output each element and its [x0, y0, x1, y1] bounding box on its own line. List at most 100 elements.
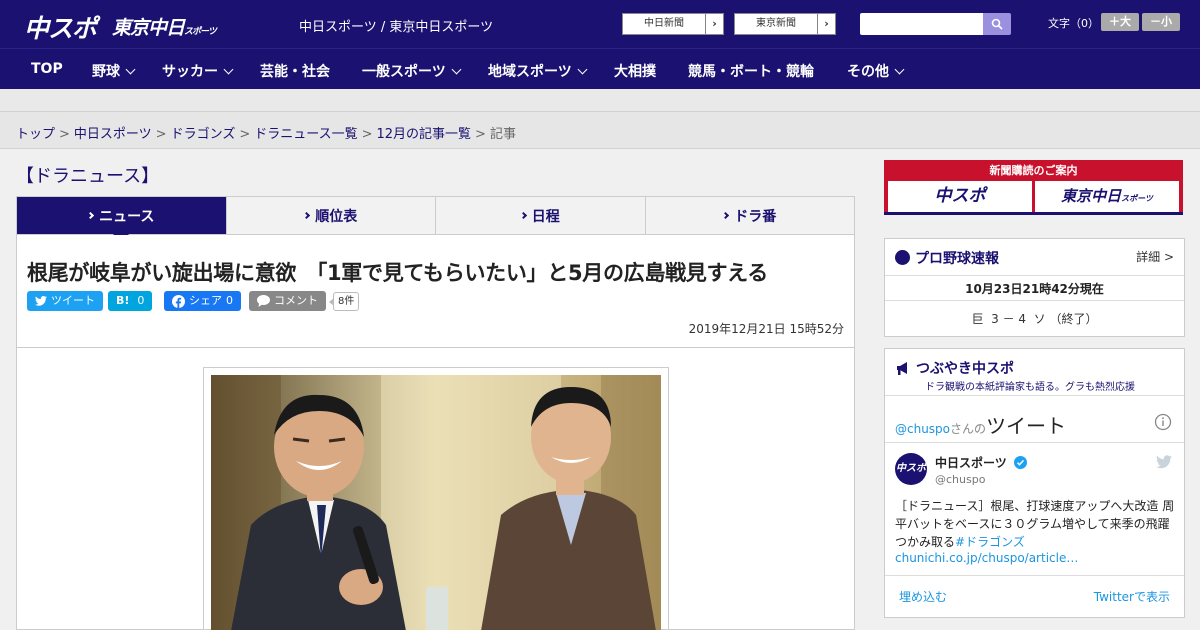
- comment-count[interactable]: 8件: [328, 292, 360, 311]
- baseball-timestamp: 10月23日21時42分現在: [965, 282, 1104, 296]
- twitter-widget-title-text: つぶやき中スポ: [916, 361, 1014, 377]
- nav-item-baseball[interactable]: 野球: [92, 61, 136, 81]
- chevron-down-icon: [451, 64, 462, 75]
- breadcrumb-link-chuspo[interactable]: 中日スポーツ: [74, 127, 152, 142]
- nav-item-label: TOP: [31, 61, 63, 77]
- baseball-icon: [895, 250, 910, 265]
- tweet-user-handle[interactable]: @chuspo: [935, 473, 985, 486]
- promo-tokyo-logo[interactable]: 東京中日スポーツ: [1035, 181, 1179, 212]
- nav-item-label: サッカー: [162, 64, 218, 80]
- font-smaller-button[interactable]: －小: [1142, 13, 1180, 31]
- divider: [17, 347, 854, 348]
- top-header: 中スポ 東京中日スポーツ 中日スポーツ / 東京中日スポーツ 中日新聞 › 東京…: [0, 0, 1200, 48]
- nav-item-other[interactable]: その他: [847, 61, 905, 81]
- nav-item-entertainment[interactable]: 芸能・社会: [260, 61, 330, 81]
- tweet-button[interactable]: ツイート: [27, 291, 103, 311]
- chevron-right-icon: ›: [705, 14, 723, 34]
- baseball-score-widget: プロ野球速報 詳細 > 10月23日21時42分現在 巨 3 － 4 ソ （終了…: [884, 238, 1185, 337]
- nav-item-label: 地域スポーツ: [488, 64, 572, 80]
- tokyo-chunichi-logo-sub: スポーツ: [184, 27, 217, 37]
- tab-label: 日程: [531, 208, 560, 225]
- facebook-icon: [172, 294, 185, 308]
- nav-item-racing[interactable]: 競馬・ボート・競輪: [688, 61, 814, 81]
- tweets-handle[interactable]: @chuspo: [895, 422, 950, 436]
- promo-tokyo-logo-sub: スポーツ: [1121, 194, 1153, 203]
- section-title: 【ドラニュース】: [16, 166, 160, 187]
- tab-standings[interactable]: 順位表: [225, 197, 435, 234]
- tab-schedule[interactable]: 日程: [435, 197, 645, 234]
- tweet-hashtag[interactable]: #ドラゴンズ: [955, 535, 1025, 549]
- chunichi-shimbun-button[interactable]: 中日新聞 ›: [622, 13, 724, 35]
- breadcrumb: トップ > 中日スポーツ > ドラゴンズ > ドラニュース一覧 >12月の記事一覧 > 記事: [16, 123, 516, 142]
- nav-item-top[interactable]: TOP: [31, 61, 63, 77]
- tweet-button-label: ツイート: [51, 294, 95, 307]
- breadcrumb-current: 記事: [489, 127, 516, 142]
- facebook-share-count: 0: [226, 294, 233, 307]
- chevron-down-icon: [125, 64, 136, 75]
- nav-item-label: 一般スポーツ: [362, 64, 446, 80]
- tab-label: ニュース: [99, 208, 155, 225]
- tab-label: ドラ番: [734, 208, 777, 225]
- breadcrumb-link-top[interactable]: トップ: [16, 127, 55, 142]
- breadcrumb-link-dragons[interactable]: ドラゴンズ: [171, 127, 236, 142]
- tweet-user-name-text: 中日スポーツ: [935, 456, 1007, 470]
- tokyo-shimbun-button[interactable]: 東京新聞 ›: [734, 13, 836, 35]
- twitter-widget: つぶやき中スポ ドラ観戦の本紙評論家も語る。グラも熱烈応援 @chuspoさんの…: [884, 348, 1185, 618]
- nav-item-soccer[interactable]: サッカー: [162, 61, 234, 81]
- view-on-twitter-link[interactable]: Twitterで表示: [1094, 588, 1170, 605]
- twitter-widget-title: つぶやき中スポ: [895, 358, 1014, 378]
- breadcrumb-separator: >: [361, 127, 373, 142]
- promo-tokyo-logo-text: 東京中日: [1061, 187, 1122, 205]
- tokyo-chunichi-logo[interactable]: 東京中日スポーツ: [112, 13, 217, 40]
- hatena-count: 0: [137, 294, 145, 307]
- comment-button-label: コメント: [274, 294, 318, 307]
- tokyo-chunichi-logo-text: 東京中日: [112, 17, 185, 39]
- breadcrumb-link-dora-news[interactable]: ドラニュース一覧: [254, 127, 357, 142]
- font-larger-button[interactable]: ＋大: [1101, 13, 1139, 31]
- chevron-right-icon: [722, 211, 730, 220]
- search-input[interactable]: [860, 13, 983, 35]
- avatar[interactable]: 中スポ: [895, 453, 927, 485]
- facebook-share-button[interactable]: シェア 0: [164, 291, 241, 311]
- divider: [885, 575, 1184, 576]
- tweets-handle-suffix: さんの: [950, 422, 987, 436]
- article: 根尾が岐阜がい旋出場に意欲 「1軍で見てもらいたい」と5月の広島戦見すえる ツイ…: [16, 235, 855, 630]
- tweets-header: @chuspoさんのツイート: [895, 410, 1066, 439]
- twitter-bird-icon: [1156, 455, 1172, 469]
- baseball-widget-title-text: プロ野球速報: [915, 251, 999, 267]
- divider: [885, 300, 1184, 301]
- chevron-right-icon: ›: [817, 14, 835, 34]
- chunichi-shimbun-label: 中日新聞: [644, 18, 684, 29]
- game-score[interactable]: 巨 3 － 4 ソ （終了）: [885, 310, 1184, 327]
- tweets-header-word: ツイート: [986, 414, 1067, 438]
- breadcrumb-separator: >: [239, 127, 251, 142]
- chevron-right-icon: [519, 211, 527, 220]
- embed-link[interactable]: 埋め込む: [899, 588, 947, 605]
- hatena-button[interactable]: B! 0: [108, 291, 153, 311]
- chevron-down-icon: [223, 64, 234, 75]
- comment-button[interactable]: コメント: [249, 291, 326, 311]
- nav-item-local-sports[interactable]: 地域スポーツ: [488, 61, 588, 81]
- nav-item-general-sports[interactable]: 一般スポーツ: [362, 61, 462, 81]
- tab-dora-ban[interactable]: ドラ番: [644, 197, 854, 234]
- promo-chuspo-logo[interactable]: 中スポ: [888, 181, 1032, 212]
- tweet-link[interactable]: chunichi.co.jp/chuspo/article…: [895, 551, 1078, 565]
- nav-item-sumo[interactable]: 大相撲: [614, 61, 656, 81]
- search-button[interactable]: [983, 13, 1011, 35]
- article-photo[interactable]: [211, 375, 661, 630]
- nav-item-label: 芸能・社会: [260, 64, 330, 80]
- chevron-down-icon: [894, 64, 905, 75]
- article-headline: 根尾が岐阜がい旋出場に意欲 「1軍で見てもらいたい」と5月の広島戦見すえる: [27, 261, 768, 285]
- info-icon[interactable]: [1154, 413, 1172, 431]
- article-photo-image: [211, 375, 661, 630]
- subscription-promo[interactable]: 新聞購読のご案内 中スポ 東京中日スポーツ: [884, 160, 1183, 215]
- article-photo-frame: [203, 367, 669, 630]
- tweet-user-name[interactable]: 中日スポーツ: [935, 454, 1027, 471]
- chuspo-logo[interactable]: 中スポ: [24, 9, 97, 45]
- hatena-icon: B!: [116, 294, 130, 307]
- divider: [885, 442, 1184, 443]
- news-tabs: ニュース 順位表 日程 ドラ番: [16, 196, 855, 242]
- tab-news[interactable]: ニュース: [17, 197, 226, 242]
- breadcrumb-link-december[interactable]: 12月の記事一覧: [377, 127, 472, 142]
- baseball-detail-link[interactable]: 詳細 >: [1136, 248, 1174, 265]
